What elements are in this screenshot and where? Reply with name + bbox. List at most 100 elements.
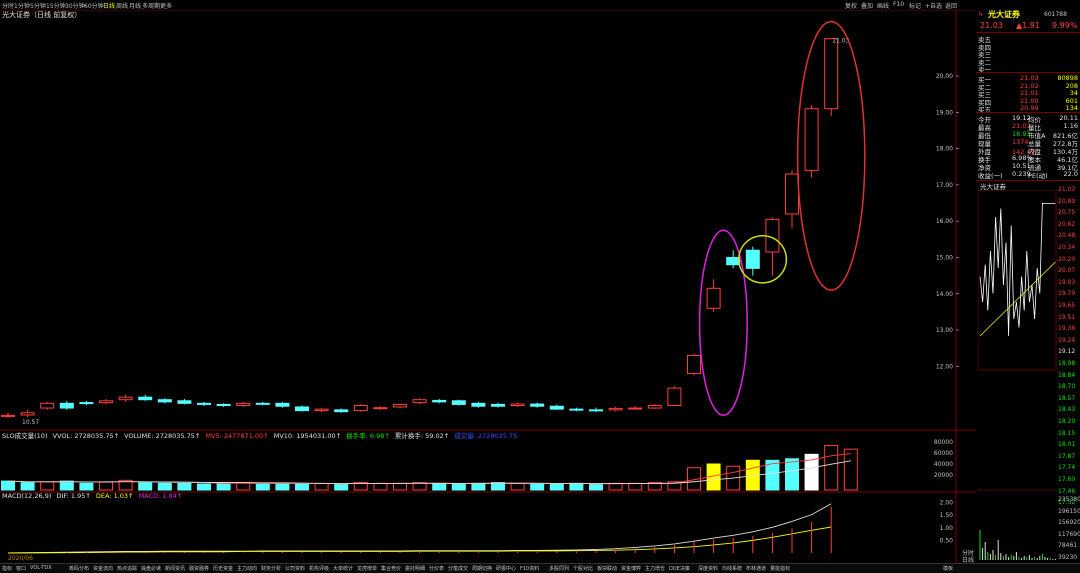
mini-chart-frame bbox=[978, 190, 1057, 371]
tab-4[interactable]: 30分钟 bbox=[65, 1, 85, 10]
rtab-0[interactable]: 复权 bbox=[845, 1, 857, 10]
vol-volume: VOLUME: 2728035.75↑ bbox=[124, 432, 201, 440]
tab-1[interactable]: 1分钟 bbox=[14, 1, 30, 10]
bottom-tab-21[interactable]: 研报中心 bbox=[496, 565, 516, 572]
candle-body-up bbox=[510, 403, 525, 407]
bottom-tab-32[interactable]: 量能指标 bbox=[770, 565, 790, 572]
tab-5[interactable]: 60分钟 bbox=[84, 1, 104, 10]
mini-price-tick: 20.48 bbox=[1058, 232, 1076, 240]
price-tick-label: 15.00 bbox=[936, 254, 953, 261]
kline-chart[interactable]: 21.0310.57 20.00 19.00 18.00 17.00 16.00 15.0… bbox=[0, 10, 976, 563]
mini-price-tick: 20.75 bbox=[1058, 209, 1076, 217]
candle-body-up bbox=[314, 408, 329, 412]
bottom-tab-22[interactable]: F10资料 bbox=[520, 565, 539, 572]
tab-8[interactable]: 月线 bbox=[129, 1, 141, 10]
bottom-tab-28[interactable]: DDE决策 bbox=[669, 565, 690, 572]
tab-2[interactable]: 5分钟 bbox=[30, 1, 46, 10]
low-price-label: 10.57 bbox=[22, 419, 39, 426]
mini-price-tick: 20.34 bbox=[1058, 244, 1076, 251]
bottom-tab-12[interactable]: 公司资料 bbox=[285, 565, 305, 572]
candle-body-up bbox=[706, 287, 721, 309]
bottom-tab-18[interactable]: 分价表 bbox=[429, 565, 444, 572]
tab-daily[interactable]: 日线 bbox=[103, 1, 115, 10]
bottom-tab-0[interactable]: 指标 bbox=[2, 565, 12, 572]
macd-tick-label: 0.50 bbox=[940, 537, 954, 544]
tab-9[interactable]: 多周期 bbox=[142, 1, 160, 10]
tab-10[interactable]: 更多 bbox=[160, 1, 172, 10]
bottom-tab-15[interactable]: 龙虎榜单 bbox=[357, 565, 377, 572]
top-toolbar: 分时 1分钟 5分钟 15分钟 30分钟 60分钟 日线 周线 月线 多周期 更… bbox=[0, 0, 1080, 10]
bottom-tab-10[interactable]: 主力动向 bbox=[237, 565, 257, 572]
volume-bar bbox=[824, 444, 839, 491]
buy-level-price: 20.99 bbox=[1020, 104, 1039, 112]
rtab-6[interactable]: 返回 bbox=[945, 1, 957, 10]
bottom-tab-14[interactable]: 大单统计 bbox=[333, 565, 353, 572]
magenta-circle bbox=[698, 229, 748, 417]
bottom-tab-31[interactable]: 布林通道 bbox=[746, 565, 766, 572]
tab-3[interactable]: 15分钟 bbox=[46, 1, 66, 10]
bottom-tab-17[interactable]: 委托明细 bbox=[405, 565, 425, 572]
candle-body-down bbox=[491, 403, 505, 407]
mini-tab-intraday[interactable]: 分时 bbox=[962, 548, 974, 557]
bottom-tab-6[interactable]: 操盘必读 bbox=[141, 565, 161, 572]
volume-bar bbox=[549, 483, 564, 491]
bottom-tab-3[interactable]: 筹码分布 bbox=[69, 565, 89, 572]
bottom-tab-27[interactable]: 主力增仓 bbox=[645, 565, 665, 572]
panel-price: 21.03 bbox=[980, 21, 1003, 30]
mini-price-tick: 18.01 bbox=[1058, 441, 1076, 449]
bottom-tab-11[interactable]: 财务分析 bbox=[261, 565, 281, 572]
rtab-1[interactable]: 叠加 bbox=[861, 1, 873, 10]
bottom-tab-9[interactable]: 历史资金 bbox=[213, 565, 233, 572]
bottom-tab-26[interactable]: 资金博弈 bbox=[621, 565, 641, 572]
vol-mv10: MV10: 1954031.00↑ bbox=[273, 432, 342, 440]
volume-bar bbox=[79, 482, 94, 491]
volume-bar bbox=[295, 483, 309, 491]
intraday-mini-chart[interactable] bbox=[978, 190, 1058, 570]
mini-price-tick: 17.46 bbox=[1058, 487, 1076, 495]
volume-bar bbox=[471, 482, 486, 491]
volume-bar bbox=[608, 482, 623, 491]
mini-volume-tick: 117690 bbox=[1058, 530, 1080, 538]
price-tick-label: 12.00 bbox=[936, 363, 953, 370]
tab-0[interactable]: 分时 bbox=[2, 1, 14, 10]
mini-price-tick: 20.62 bbox=[1058, 220, 1076, 228]
vol-cum-turnover: 累计换手: 59.02↑ bbox=[394, 432, 450, 440]
bottom-tab-25[interactable]: 板块联动 bbox=[597, 565, 617, 572]
bottom-tab-29[interactable]: 深度资料 bbox=[698, 565, 718, 572]
candle-body-down bbox=[177, 400, 192, 404]
volume-bar bbox=[628, 482, 643, 491]
price-tick-label: 17.00 bbox=[936, 182, 953, 189]
candle-body-up bbox=[647, 405, 662, 409]
bottom-tab-23[interactable]: 多股同列 bbox=[549, 565, 569, 572]
bottom-template-button[interactable]: 模板 bbox=[943, 565, 953, 572]
vol-vvol: VVOL: 2728035.75↑ bbox=[52, 432, 120, 440]
chart-title-bar: 光大证券（日线 前复权） bbox=[0, 10, 960, 19]
bottom-tab-1[interactable]: 窗口 bbox=[16, 565, 26, 572]
rtab-5[interactable]: +自选 bbox=[925, 1, 942, 10]
bottom-tab-4[interactable]: 资金流向 bbox=[93, 565, 113, 572]
candle-body-up bbox=[20, 412, 35, 416]
rtab-4[interactable]: 标记 bbox=[909, 1, 921, 10]
volume-bar bbox=[510, 482, 525, 491]
bottom-tab-19[interactable]: 分笔成交 bbox=[448, 565, 468, 572]
bottom-tab-24[interactable]: 个股对比 bbox=[573, 565, 593, 572]
tab-7[interactable]: 周线 bbox=[116, 1, 128, 10]
rtab-3[interactable]: F10 bbox=[893, 1, 904, 8]
bottom-tab-16[interactable]: 集合竞价 bbox=[381, 565, 401, 572]
bottom-tab-8[interactable]: 融资融券 bbox=[189, 565, 209, 572]
bottom-tab-2[interactable]: VOL-TDX bbox=[30, 565, 52, 571]
rtab-2[interactable]: 画线 bbox=[877, 1, 889, 10]
bottom-tab-7[interactable]: 新闻资讯 bbox=[165, 565, 185, 572]
candle-body-down bbox=[157, 399, 172, 403]
bottom-tab-20[interactable]: 周期切换 bbox=[472, 565, 492, 572]
panel-icon: ↳ bbox=[978, 10, 984, 18]
candle-body-up bbox=[687, 354, 701, 375]
bottom-tab-30[interactable]: 均线系统 bbox=[722, 565, 742, 572]
bottom-tab-13[interactable]: 机构评级 bbox=[309, 565, 329, 572]
candle-body-up bbox=[236, 402, 251, 407]
candle-body-down bbox=[549, 405, 564, 410]
price-tick-label: 14.00 bbox=[936, 291, 953, 298]
bottom-tab-5[interactable]: 热点追踪 bbox=[117, 565, 137, 572]
mini-volume-tick: 196150 bbox=[1058, 507, 1080, 515]
mini-price-tick: 19.93 bbox=[1058, 278, 1076, 286]
